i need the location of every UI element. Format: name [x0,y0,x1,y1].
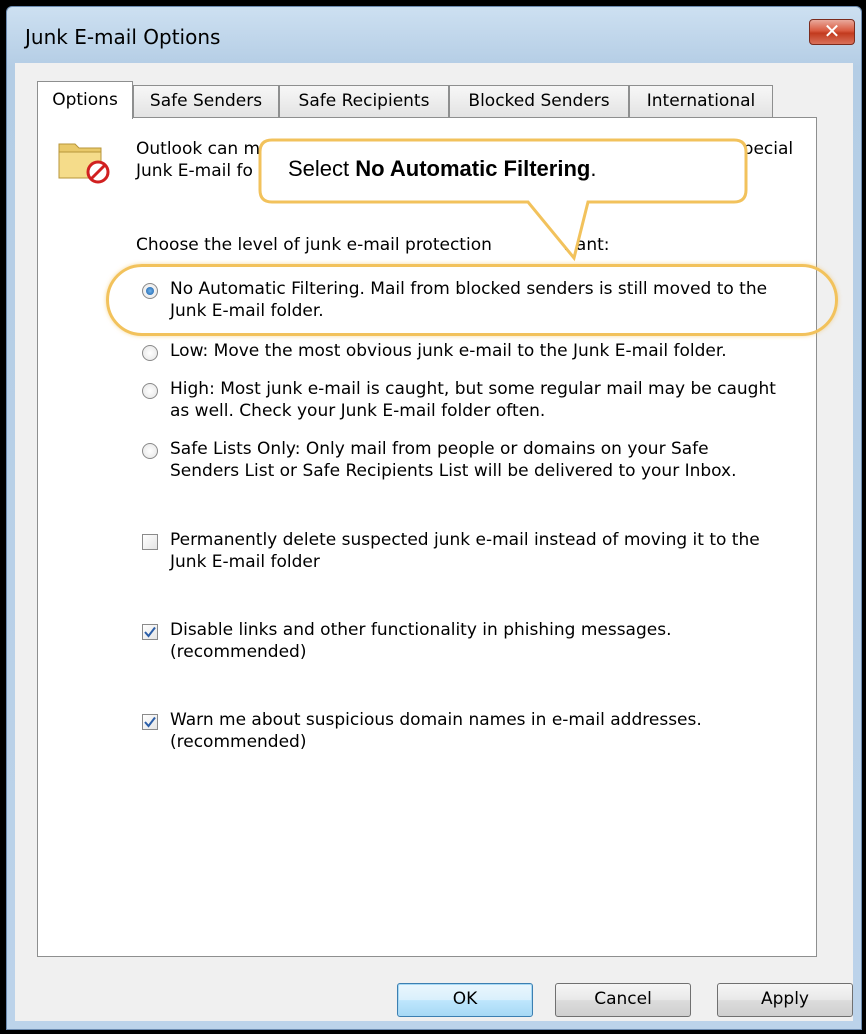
intro-text-line1-left: Outlook can m [136,139,261,159]
tab-label: Safe Recipients [298,91,430,111]
option-safe-lists-label-line1[interactable]: Safe Lists Only: Only mail from people o… [170,438,709,460]
callout-suffix: . [590,156,597,181]
tab-label: Safe Senders [149,91,263,111]
radio-safe-lists-only[interactable] [142,443,158,459]
callout-bold: No Automatic Filtering [355,156,591,181]
tab-options[interactable]: Options [37,81,133,119]
tab-blocked-senders[interactable]: Blocked Senders [449,85,629,117]
option-high-label-line1[interactable]: High: Most junk e-mail is caught, but so… [170,378,776,400]
tab-safe-senders[interactable]: Safe Senders [133,85,279,117]
radio-no-automatic-filtering[interactable] [142,283,158,299]
checkbox-warn-domains-label-line1[interactable]: Warn me about suspicious domain names in… [170,709,702,731]
callout-prefix: Select [288,156,356,181]
checkbox-warn-domains-label-line2[interactable]: (recommended) [170,731,306,753]
close-icon: ✕ [823,19,841,43]
cancel-button[interactable]: Cancel [555,983,691,1017]
checkbox-disable-links[interactable] [142,624,158,640]
close-button[interactable]: ✕ [809,19,855,45]
checkmark-icon [144,716,156,728]
option-high-label-line2[interactable]: as well. Check your Junk E-mail folder o… [170,400,545,422]
title-bar[interactable]: Junk E-mail Options ✕ [7,7,861,63]
radio-high[interactable] [142,383,158,399]
option-no-filtering-label-line2[interactable]: Junk E-mail folder. [170,300,324,322]
radio-low[interactable] [142,345,158,361]
checkbox-permanently-delete[interactable] [142,534,158,550]
junk-folder-icon [56,136,112,184]
checkbox-permanently-delete-label-line2[interactable]: Junk E-mail folder [170,551,320,573]
option-low-label[interactable]: Low: Move the most obvious junk e-mail t… [170,340,727,362]
tab-safe-recipients[interactable]: Safe Recipients [279,85,449,117]
tab-international[interactable]: International [629,85,773,117]
intro-text-line2: Junk E-mail fo [136,161,253,181]
apply-button[interactable]: Apply [717,983,853,1017]
window-title: Junk E-mail Options [25,25,221,49]
option-no-filtering-label-line1[interactable]: No Automatic Filtering. Mail from blocke… [170,278,767,300]
checkbox-disable-links-label-line1[interactable]: Disable links and other functionality in… [170,619,671,641]
checkmark-icon [144,626,156,638]
checkbox-warn-suspicious-domains[interactable] [142,714,158,730]
tab-label: Blocked Senders [468,91,610,111]
tab-label: Options [52,90,118,110]
option-safe-lists-label-line2[interactable]: Senders List or Safe Recipients List wil… [170,460,737,482]
callout-text: Select No Automatic Filtering. [288,156,596,182]
checkbox-permanently-delete-label-line1[interactable]: Permanently delete suspected junk e-mail… [170,529,760,551]
tab-label: International [646,91,756,111]
ok-button[interactable]: OK [397,983,533,1017]
instruction-callout: Select No Automatic Filtering. [258,138,748,268]
checkbox-disable-links-label-line2[interactable]: (recommended) [170,641,306,663]
